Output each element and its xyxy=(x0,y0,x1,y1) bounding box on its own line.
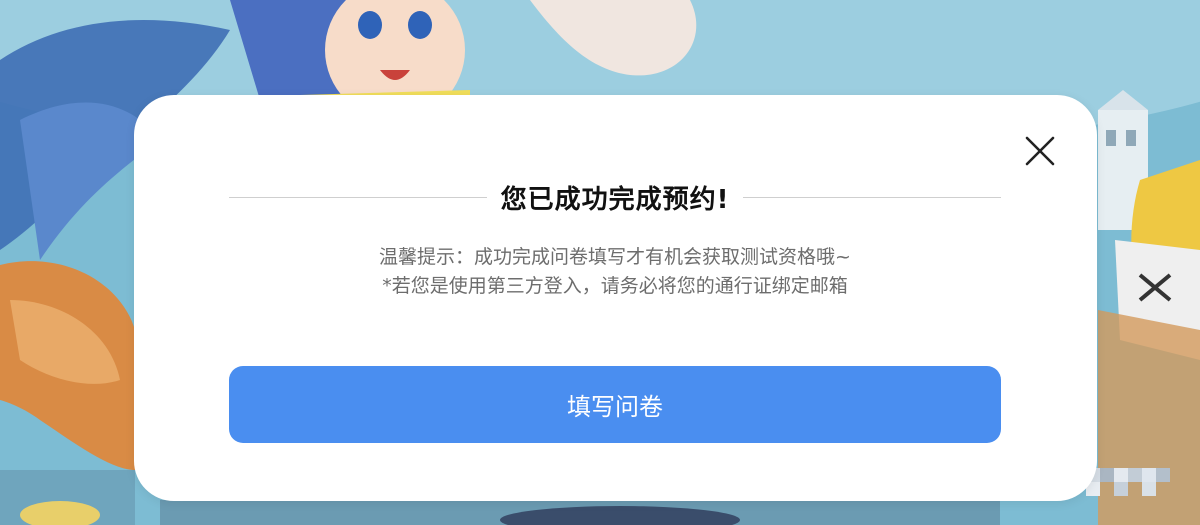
title-divider-left xyxy=(229,196,487,198)
tip-line-1: 温馨提示：成功完成问卷填写才有机会获取测试资格哦~ xyxy=(379,246,851,268)
tips-block: 温馨提示：成功完成问卷填写才有机会获取测试资格哦~ *若您是使用第三方登入，请务… xyxy=(229,243,1001,301)
title-divider-right xyxy=(743,196,1002,198)
fill-survey-button[interactable]: 填写问卷 xyxy=(229,366,1001,443)
close-button[interactable] xyxy=(1024,135,1056,167)
close-icon xyxy=(1025,136,1055,166)
tip-line-2: *若您是使用第三方登入，请务必将您的通行证绑定邮箱 xyxy=(382,275,848,297)
title-row: 您已成功完成预约! xyxy=(229,177,1002,217)
dialog-title: 您已成功完成预约! xyxy=(500,184,730,215)
background-scene: 您已成功完成预约! 温馨提示：成功完成问卷填写才有机会获取测试资格哦~ *若您是… xyxy=(0,0,1200,525)
reservation-success-dialog: 您已成功完成预约! 温馨提示：成功完成问卷填写才有机会获取测试资格哦~ *若您是… xyxy=(134,95,1097,501)
